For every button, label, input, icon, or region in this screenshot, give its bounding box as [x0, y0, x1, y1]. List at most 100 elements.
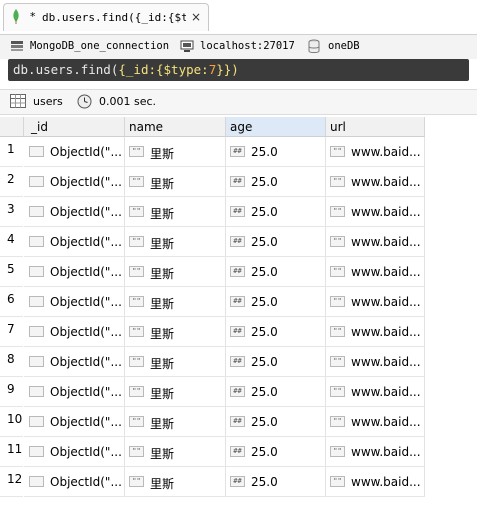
cell-name[interactable]: "" 里斯 [125, 257, 226, 287]
table-row[interactable]: 9 ObjectId("... "" 里斯 ## 25.0 "" www.baid... [0, 377, 425, 407]
column-header-id[interactable]: _id [24, 117, 125, 137]
query-close: }}) [216, 62, 239, 77]
cell-age[interactable]: ## 25.0 [226, 347, 326, 377]
cell-id[interactable]: ObjectId("... [24, 467, 125, 497]
cell-url[interactable]: "" www.baid... [326, 407, 425, 437]
string-type-icon: "" [330, 236, 345, 247]
cell-url[interactable]: "" www.baid... [326, 437, 425, 467]
cell-name[interactable]: "" 里斯 [125, 287, 226, 317]
cell-name-value: 里斯 [150, 447, 175, 461]
string-type-icon: "" [129, 446, 144, 457]
table-row[interactable]: 3 ObjectId("... "" 里斯 ## 25.0 "" www.baid... [0, 197, 425, 227]
cell-age[interactable]: ## 25.0 [226, 407, 326, 437]
cell-url[interactable]: "" www.baid... [326, 467, 425, 497]
table-row[interactable]: 12 ObjectId("... "" 里斯 ## 25.0 "" www.baid... [0, 467, 425, 497]
cell-id[interactable]: ObjectId("... [24, 257, 125, 287]
cell-id[interactable]: ObjectId("... [24, 197, 125, 227]
cell-age[interactable]: ## 25.0 [226, 317, 326, 347]
cell-url[interactable]: "" www.baid... [326, 317, 425, 347]
column-header-name[interactable]: name [125, 117, 226, 137]
cell-id[interactable]: ObjectId("... [24, 437, 125, 467]
string-type-icon: "" [330, 326, 345, 337]
string-type-icon: "" [330, 356, 345, 367]
cell-id[interactable]: ObjectId("... [24, 377, 125, 407]
cell-url-value: www.baid... [351, 415, 421, 429]
number-type-icon: ## [230, 146, 245, 157]
cell-name-value: 里斯 [150, 477, 175, 491]
cell-id[interactable]: ObjectId("... [24, 227, 125, 257]
cell-id-value: ObjectId("... [50, 475, 122, 489]
cell-age[interactable]: ## 25.0 [226, 377, 326, 407]
cell-id[interactable]: ObjectId("... [24, 407, 125, 437]
cell-url-value: www.baid... [351, 445, 421, 459]
cell-id[interactable]: ObjectId("... [24, 137, 125, 167]
number-type-icon: ## [230, 476, 245, 487]
cell-age[interactable]: ## 25.0 [226, 437, 326, 467]
table-row[interactable]: 6 ObjectId("... "" 里斯 ## 25.0 "" www.baid... [0, 287, 425, 317]
table-row[interactable]: 1 ObjectId("... "" 里斯 ## 25.0 "" www.baid... [0, 137, 425, 167]
cell-url[interactable]: "" www.baid... [326, 377, 425, 407]
cell-url[interactable]: "" www.baid... [326, 197, 425, 227]
object-type-icon [29, 356, 44, 367]
cell-name[interactable]: "" 里斯 [125, 437, 226, 467]
cell-id[interactable]: ObjectId("... [24, 317, 125, 347]
cell-age[interactable]: ## 25.0 [226, 167, 326, 197]
cell-name[interactable]: "" 里斯 [125, 137, 226, 167]
cell-age[interactable]: ## 25.0 [226, 257, 326, 287]
table-view-icon[interactable] [10, 94, 26, 108]
cell-url[interactable]: "" www.baid... [326, 137, 425, 167]
column-header-url[interactable]: url [326, 117, 425, 137]
row-number: 6 [0, 287, 23, 317]
unsaved-indicator: * [30, 10, 36, 23]
row-number: 3 [0, 197, 23, 227]
cell-url[interactable]: "" www.baid... [326, 347, 425, 377]
cell-name[interactable]: "" 里斯 [125, 227, 226, 257]
cell-name[interactable]: "" 里斯 [125, 467, 226, 497]
cell-name[interactable]: "" 里斯 [125, 347, 226, 377]
cell-name[interactable]: "" 里斯 [125, 197, 226, 227]
query-editor[interactable]: db.users.find({_id:{$type:7}}) [8, 59, 469, 81]
string-type-icon: "" [129, 326, 144, 337]
cell-name[interactable]: "" 里斯 [125, 407, 226, 437]
close-tab-icon[interactable]: × [191, 10, 201, 24]
number-type-icon: ## [230, 176, 245, 187]
table-row[interactable]: 2 ObjectId("... "" 里斯 ## 25.0 "" www.baid... [0, 167, 425, 197]
cell-age-value: 25.0 [251, 205, 278, 219]
cell-url[interactable]: "" www.baid... [326, 287, 425, 317]
cell-age[interactable]: ## 25.0 [226, 227, 326, 257]
number-type-icon: ## [230, 386, 245, 397]
cell-id-value: ObjectId("... [50, 295, 122, 309]
table-row[interactable]: 5 ObjectId("... "" 里斯 ## 25.0 "" www.baid... [0, 257, 425, 287]
cell-url-value: www.baid... [351, 145, 421, 159]
cell-url[interactable]: "" www.baid... [326, 257, 425, 287]
cell-url[interactable]: "" www.baid... [326, 167, 425, 197]
clock-icon [77, 94, 92, 109]
object-type-icon [29, 176, 44, 187]
cell-id[interactable]: ObjectId("... [24, 167, 125, 197]
string-type-icon: "" [330, 446, 345, 457]
cell-name[interactable]: "" 里斯 [125, 317, 226, 347]
query-open-brace: { [118, 62, 126, 77]
cell-id[interactable]: ObjectId("... [24, 347, 125, 377]
string-type-icon: "" [330, 266, 345, 277]
cell-name-value: 里斯 [150, 387, 175, 401]
table-row[interactable]: 7 ObjectId("... "" 里斯 ## 25.0 "" www.baid... [0, 317, 425, 347]
object-type-icon [29, 266, 44, 277]
query-tab[interactable]: * db.users.find({_id:{$ty… × [3, 3, 209, 31]
cell-age[interactable]: ## 25.0 [226, 467, 326, 497]
cell-age[interactable]: ## 25.0 [226, 287, 326, 317]
cell-id-value: ObjectId("... [50, 355, 122, 369]
column-header-age[interactable]: age [226, 117, 326, 137]
cell-name[interactable]: "" 里斯 [125, 377, 226, 407]
cell-id[interactable]: ObjectId("... [24, 287, 125, 317]
cell-age[interactable]: ## 25.0 [226, 137, 326, 167]
cell-url[interactable]: "" www.baid... [326, 227, 425, 257]
table-row[interactable]: 10 ObjectId("... "" 里斯 ## 25.0 "" www.baid... [0, 407, 425, 437]
table-row[interactable]: 4 ObjectId("... "" 里斯 ## 25.0 "" www.baid... [0, 227, 425, 257]
cell-age[interactable]: ## 25.0 [226, 197, 326, 227]
table-row[interactable]: 8 ObjectId("... "" 里斯 ## 25.0 "" www.baid... [0, 347, 425, 377]
table-row[interactable]: 11 ObjectId("... "" 里斯 ## 25.0 "" www.baid... [0, 437, 425, 467]
cell-name[interactable]: "" 里斯 [125, 167, 226, 197]
object-type-icon [29, 446, 44, 457]
row-number: 7 [0, 317, 23, 347]
